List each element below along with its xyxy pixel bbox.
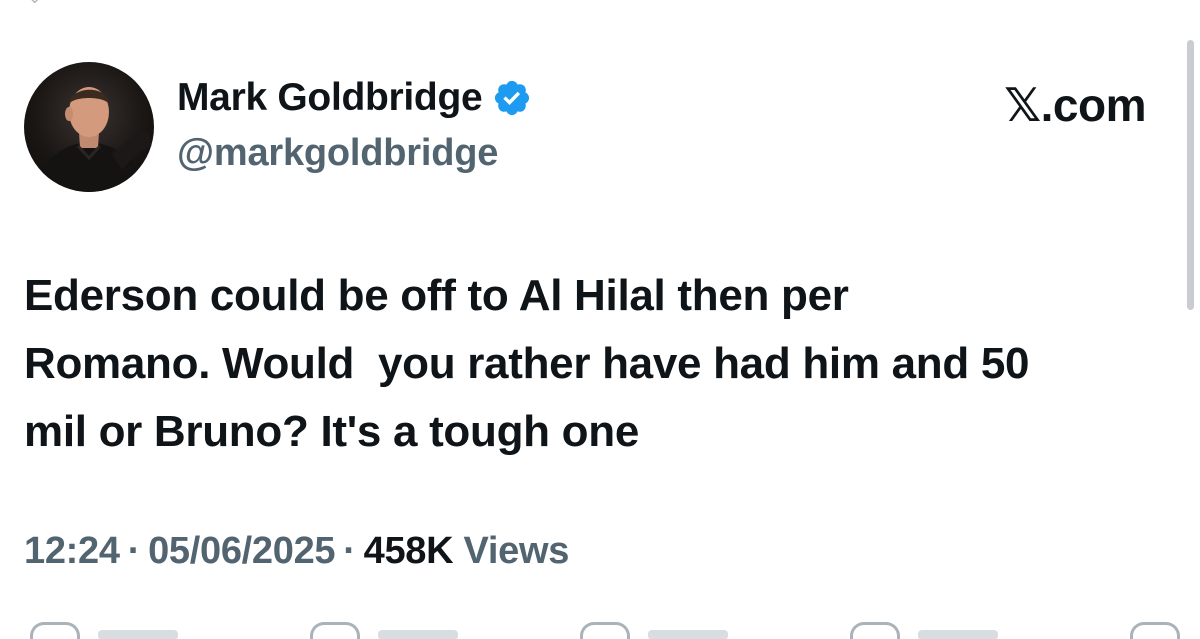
retweet-count	[378, 630, 458, 639]
author-name-row[interactable]: Mark Goldbridge	[177, 76, 532, 120]
meta-separator: ·	[127, 530, 141, 572]
retweet-icon	[310, 622, 360, 639]
views-count: 458K	[363, 530, 454, 572]
like-button[interactable]	[580, 622, 728, 639]
previous-content-fragment: ⌄ •••	[20, 0, 680, 7]
like-count	[648, 630, 728, 639]
verified-badge-icon	[495, 80, 530, 116]
action-bar	[0, 622, 1200, 639]
cutoff-dots-icon: •••	[610, 0, 627, 6]
reply-button[interactable]	[30, 622, 178, 639]
share-button[interactable]	[1130, 622, 1180, 639]
tweet-date[interactable]: 05/06/2025	[148, 530, 335, 572]
avatar-photo-icon	[34, 87, 152, 192]
reply-icon	[30, 622, 80, 639]
scrollbar[interactable]	[1187, 40, 1194, 310]
cutoff-icon: ⌄	[28, 0, 41, 8]
tweet-body: Ederson could be off to Al Hilal then pe…	[24, 271, 1030, 456]
user-handle[interactable]: @markgoldbridge	[177, 132, 498, 175]
x-com-logo[interactable]: 𝕏.com	[1004, 78, 1146, 132]
bookmark-count	[918, 630, 998, 639]
display-name[interactable]: Mark Goldbridge	[177, 76, 483, 120]
tweet-time[interactable]: 12:24	[24, 530, 120, 572]
bookmark-button[interactable]	[850, 622, 998, 639]
share-icon	[1130, 622, 1180, 639]
like-icon	[580, 622, 630, 639]
meta-separator: ·	[343, 530, 356, 572]
bookmark-icon	[850, 622, 900, 639]
tweet-meta: 12:24 · 05/06/2025 · 458K Views	[24, 530, 569, 573]
retweet-button[interactable]	[310, 622, 458, 639]
views-label: Views	[463, 530, 570, 572]
avatar[interactable]	[24, 62, 154, 192]
reply-count	[98, 630, 178, 639]
tweet-card: ⌄ ••• Mark Goldbridge @markgoldbridg	[0, 0, 1200, 639]
